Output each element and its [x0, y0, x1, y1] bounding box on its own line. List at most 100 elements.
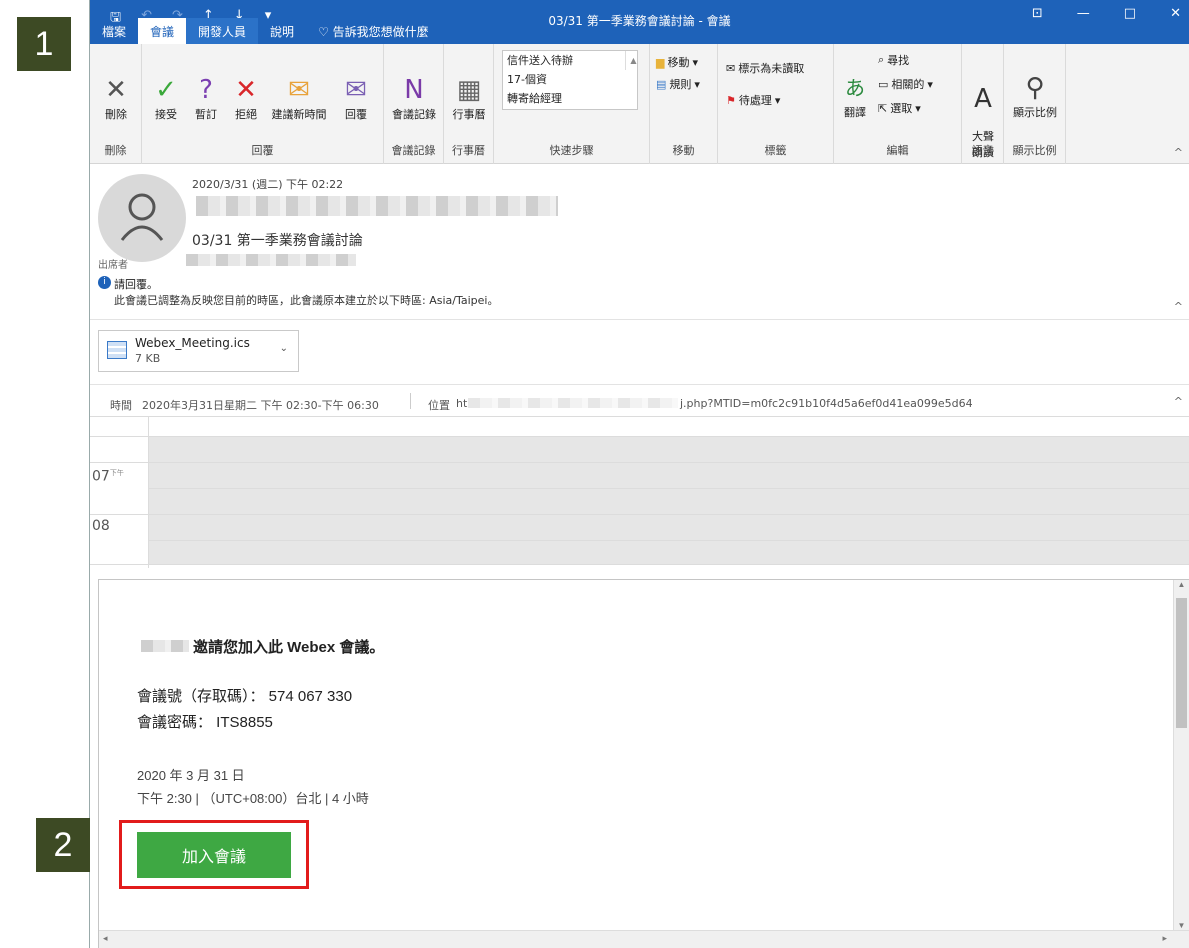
meeting-time: 下午 2:30 | （UTC+08:00）台北 | 4 小時 [137, 791, 369, 806]
step-2-badge: 2 [36, 818, 90, 872]
select-button[interactable]: ⇱ 選取 ▾ [878, 100, 921, 116]
scroll-up-icon[interactable]: ▲ [1174, 580, 1189, 589]
meeting-details: 時間 2020年3月31日星期二 下午 02:30-下午 06:30 位置 ht… [90, 384, 1189, 418]
collapse-details-icon[interactable]: ^ [1174, 395, 1183, 408]
minimize-icon[interactable]: — [1077, 6, 1090, 21]
read-aloud-icon: A [974, 84, 992, 114]
step-1-badge: 1 [17, 17, 71, 71]
vertical-scrollbar[interactable]: ▲ ▼ [1173, 580, 1189, 930]
propose-time-button[interactable]: ✉ 建議新時間 [266, 74, 332, 122]
attendees-redacted [186, 254, 356, 266]
accept-button[interactable]: ✓ 接受 [148, 74, 184, 122]
scroll-left-icon[interactable]: ◂ [103, 933, 108, 944]
menu-tabs: 檔案 會議 開發人員 說明 ♡ 告訴我您想做什麼 [90, 18, 441, 44]
follow-up-button[interactable]: ⚑ 待處理 ▾ [726, 92, 780, 108]
attachment-webex-ics[interactable]: Webex_Meeting.ics 7 KB ⌄ [98, 330, 299, 372]
move-button[interactable]: ▆ 移動 ▾ [656, 54, 698, 70]
tell-me-label: 告訴我您想做什麼 [332, 25, 429, 39]
hour-label-08: 08 [92, 518, 110, 534]
meeting-notes-button[interactable]: N 會議記錄 [386, 74, 442, 122]
tell-me-search[interactable]: ♡ 告訴我您想做什麼 [306, 18, 441, 44]
calendar-button[interactable]: ▦ 行事曆 [448, 74, 490, 122]
calendar-row [90, 436, 1189, 437]
x-icon: ✕ [105, 75, 127, 105]
rules-button[interactable]: ▤ 規則 ▾ [656, 76, 700, 92]
quick-steps-scroll[interactable]: ▲▼▾ [625, 51, 637, 70]
quick-step-forward[interactable]: 轉寄給經理 [503, 89, 637, 108]
scroll-right-icon[interactable]: ▸ [1162, 933, 1167, 944]
find-button[interactable]: ⌕ 尋找 [878, 52, 909, 68]
attachment-dropdown-icon[interactable]: ⌄ [280, 343, 288, 354]
close-icon[interactable]: ✕ [1170, 6, 1181, 21]
calendar-row [148, 540, 1189, 541]
group-label-zoom: 顯示比例 [1012, 144, 1057, 157]
group-zoom: ⚲ 顯示比例 顯示比例 [1004, 44, 1066, 164]
zoom-button[interactable]: ⚲ 顯示比例 [1006, 72, 1064, 120]
tab-help[interactable]: 說明 [258, 18, 306, 44]
quick-step-privacy[interactable]: 17-個資 [503, 70, 637, 89]
timezone-notice: 此會議已調整為反映您目前的時區，此會議原本建立於以下時區: Asia/Taipe… [114, 294, 499, 307]
rules-icon: ▤ [656, 77, 667, 91]
tab-meeting[interactable]: 會議 [138, 18, 187, 44]
tentative-button[interactable]: ? 暫訂 [188, 74, 224, 122]
group-label-delete: 刪除 [104, 144, 127, 157]
group-label-tags: 標籤 [764, 144, 787, 157]
group-notes: N 會議記錄 會議記錄 [384, 44, 444, 164]
tab-file[interactable]: 檔案 [90, 18, 138, 44]
maximize-icon[interactable]: □ [1124, 6, 1136, 21]
organizer-redacted [196, 196, 558, 216]
lightbulb-icon: ♡ [318, 25, 333, 39]
mark-unread-button[interactable]: ✉ 標示為未讀取 [726, 60, 804, 76]
translate-icon: あ [845, 76, 865, 100]
time-label: 時間 [110, 399, 132, 412]
reply-button[interactable]: ✉ 回覆 [336, 74, 376, 122]
message-body: 邀請您加入此 Webex 會議。 會議號（存取碼）： 574 067 330 會… [98, 579, 1189, 948]
location-link[interactable]: j.php?MTID=m0fc2c91b10f4d5a6ef0d41ea099e… [680, 397, 973, 410]
time-value: 2020年3月31日星期二 下午 02:30-下午 06:30 [142, 399, 379, 412]
calendar-row [90, 514, 1189, 515]
meeting-number: 會議號（存取碼）： 574 067 330 [137, 688, 353, 705]
invite-text: 邀請您加入此 Webex 會議。 [193, 639, 385, 656]
collapse-ribbon-icon[interactable]: ^ [1174, 146, 1183, 159]
envelope-clock-icon: ✉ [288, 75, 310, 105]
collapse-header-icon[interactable]: ^ [1174, 300, 1183, 313]
attachment-name: Webex_Meeting.ics [135, 336, 250, 350]
group-respond: ✓ 接受 ? 暫訂 ✕ 拒絕 ✉ 建議新時間 ✉ 回覆 回覆 [142, 44, 384, 164]
group-label-quick-steps: 快速步驟 [549, 144, 594, 157]
title-bar: 🖫 ↶ ↷ ↑ ↓ ▾ 03/31 第一季業務會議討論 - 會議 ⊡ — □ ✕… [90, 0, 1189, 44]
location-label: 位置 [428, 399, 450, 412]
busy-block [148, 436, 1189, 564]
join-meeting-button[interactable]: 加入會議 [137, 832, 291, 878]
horizontal-scrollbar[interactable]: ◂ ▸ [99, 930, 1189, 948]
calendar-search-icon: ▦ [456, 75, 482, 105]
window-controls: ⊡ — □ ✕ [1032, 6, 1181, 21]
group-calendar: ▦ 行事曆 行事曆 [444, 44, 494, 164]
tab-developer[interactable]: 開發人員 [186, 18, 259, 44]
quick-steps-list[interactable]: 信件送入待辦 17-個資 轉寄給經理 ▲▼▾ [502, 50, 638, 110]
decline-x-icon: ✕ [235, 75, 257, 105]
ribbon-display-icon[interactable]: ⊡ [1032, 6, 1043, 21]
translate-button[interactable]: あ 翻譯 [838, 72, 872, 120]
decline-button[interactable]: ✕ 拒絕 [228, 74, 264, 122]
checkmark-icon: ✓ [155, 75, 177, 105]
related-button[interactable]: ▭ 相關的 ▾ [878, 76, 933, 92]
delete-button[interactable]: ✕ 刪除 [96, 74, 136, 122]
question-icon: ? [199, 75, 213, 105]
group-quick-steps: 信件送入待辦 17-個資 轉寄給經理 ▲▼▾ 快速步驟 [494, 44, 650, 164]
group-label-speech: 語音 [971, 144, 994, 157]
calendar-row [90, 462, 1189, 463]
magnifier-icon: ⚲ [1025, 73, 1045, 103]
group-label-calendar: 行事曆 [452, 144, 485, 157]
attendees-label: 出席者 [98, 260, 128, 271]
cursor-icon: ⇱ [878, 101, 888, 115]
scroll-thumb[interactable] [1176, 598, 1187, 728]
document-icon: ▭ [878, 77, 889, 91]
group-tags: ✉ 標示為未讀取 ⚑ 待處理 ▾ 標籤 [718, 44, 834, 164]
sent-datetime: 2020/3/31 (週二) 下午 02:22 [192, 178, 344, 191]
quick-step-todo[interactable]: 信件送入待辦 [503, 51, 637, 70]
notice-title: 請回覆。 [114, 278, 158, 291]
hour-label-07: 07下午 [92, 468, 124, 485]
scroll-down-icon[interactable]: ▼ [1174, 921, 1189, 930]
inviter-redacted [141, 640, 189, 652]
outlook-meeting-window: 🖫 ↶ ↷ ↑ ↓ ▾ 03/31 第一季業務會議討論 - 會議 ⊡ — □ ✕… [89, 0, 1189, 948]
